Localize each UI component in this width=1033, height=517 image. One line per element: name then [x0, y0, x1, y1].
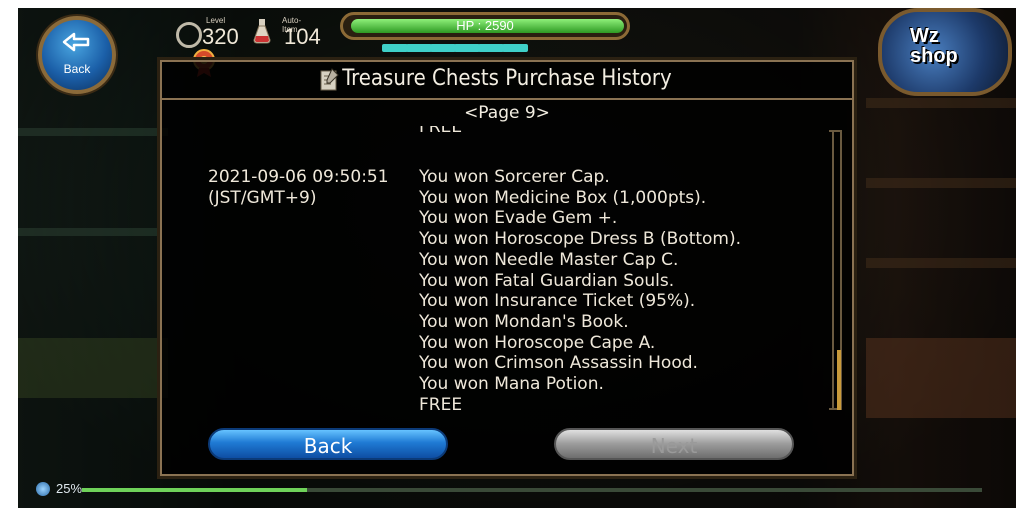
- logo-line1: Wz: [910, 25, 939, 47]
- list-item: You won Sorcerer Cap.: [419, 167, 610, 187]
- list-item: You won Evade Gem +.: [419, 208, 618, 229]
- list-item: FREE: [419, 394, 463, 415]
- history-list[interactable]: FREE 2021-09-06 09:50:51 (JST/GMT+9) You…: [162, 126, 828, 418]
- mp-segment: [454, 44, 480, 52]
- bookshelf: [866, 258, 1016, 268]
- mp-segment: [478, 44, 504, 52]
- purchase-history-panel: Treasure Chests Purchase History <Page 9…: [160, 60, 854, 476]
- exp-text: 25%: [56, 481, 83, 496]
- hp-text: HP : 2590: [456, 18, 514, 33]
- exp-bar: 25%: [36, 481, 996, 496]
- list-item: You won Insurance Ticket (95%).: [419, 291, 696, 312]
- list-item: You won Mana Potion.: [419, 374, 604, 395]
- entry-timezone: (JST/GMT+9): [208, 187, 317, 208]
- previous-entry-tail: FREE: [419, 126, 463, 137]
- mp-segment: [406, 44, 432, 52]
- logo-line2: shop: [910, 45, 958, 67]
- entry-items: You won Sorcerer Cap. You won Medicine B…: [419, 167, 741, 415]
- exp-track: [82, 488, 982, 492]
- hud-back-label: Back: [63, 62, 91, 76]
- level-value: 320: [202, 24, 239, 49]
- panel-title-bar: Treasure Chests Purchase History: [162, 62, 852, 100]
- back-button[interactable]: Back: [208, 428, 448, 460]
- bookshelf: [866, 338, 1016, 418]
- bookshelf: [866, 98, 1016, 108]
- panel-title: Treasure Chests Purchase History: [342, 66, 672, 91]
- mp-segment: [502, 44, 528, 52]
- auto-item-value: 104: [284, 24, 321, 49]
- exp-fill: [82, 488, 307, 492]
- bookshelf: [18, 228, 158, 236]
- entry-datetime: 2021-09-06 09:50:51 (JST/GMT+9): [208, 167, 389, 208]
- list-item: You won Medicine Box (1,000pts).: [419, 187, 707, 208]
- list-item: You won Horoscope Dress B (Bottom).: [419, 229, 742, 250]
- level-icon: [176, 22, 202, 48]
- bookshelf: [18, 128, 168, 136]
- potion-icon: [253, 19, 271, 44]
- list-item: You won Fatal Guardian Souls.: [419, 270, 675, 291]
- wzshop-logo: Wz shop: [878, 8, 1012, 96]
- scrollbar-thumb[interactable]: [837, 350, 841, 410]
- list-item: You won Needle Master Cap C.: [419, 249, 679, 270]
- mp-segment: [430, 44, 456, 52]
- list-item: You won Horoscope Cape A.: [419, 332, 656, 353]
- bookshelf: [18, 338, 168, 398]
- list-item: You won Crimson Assassin Hood.: [419, 353, 698, 374]
- entry-date: 2021-09-06 09:50:51: [208, 167, 389, 187]
- next-button[interactable]: Next: [554, 428, 794, 460]
- back-arrow-icon: [62, 32, 90, 52]
- bookshelf: [866, 178, 1016, 188]
- page-indicator: <Page 9>: [464, 103, 550, 123]
- list-item: You won Mondan's Book.: [419, 311, 629, 332]
- hp-bar: HP : 2590: [340, 12, 630, 40]
- mp-segment: [382, 44, 408, 52]
- hud-back-button[interactable]: Back: [38, 16, 116, 94]
- exp-orb-icon: [36, 482, 50, 496]
